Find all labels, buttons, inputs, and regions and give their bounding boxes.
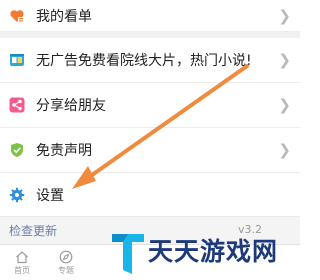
gear-icon	[9, 187, 25, 203]
compass-icon	[59, 249, 73, 264]
nav-label: 专题	[58, 266, 74, 275]
menu-item-disclaimer[interactable]: 免责声明 ❯	[0, 128, 300, 173]
menu-item-share[interactable]: 分享给朋友 ❯	[0, 83, 300, 128]
menu-item-label: 免责声明	[36, 143, 92, 159]
menu-item-label: 设置	[36, 188, 64, 204]
menu-item-label: 无广告免费看院线大片，热门小说!	[36, 53, 252, 69]
nav-item-home[interactable]: 首页	[2, 249, 42, 276]
shield-icon	[9, 142, 25, 158]
check-update-link[interactable]: 检查更新	[9, 222, 57, 239]
menu-item-label: 我的看单	[36, 8, 92, 25]
book-store-icon	[9, 52, 25, 68]
share-icon	[9, 97, 25, 113]
chevron-right-icon: ❯	[278, 51, 291, 69]
nav-item-topics[interactable]: 专题	[46, 249, 86, 276]
menu-item-free-movies[interactable]: 无广告免费看院线大片，热门小说! ❯	[0, 38, 300, 83]
watermark-text: 天天游戏网	[148, 237, 279, 266]
menu-item-my-watchlist[interactable]: 我的看单 ❯	[0, 0, 300, 32]
chevron-right-icon: ❯	[278, 141, 291, 159]
heart-list-icon	[9, 8, 25, 24]
chevron-right-icon: ❯	[278, 96, 291, 114]
menu-item-settings[interactable]: 设置	[0, 173, 300, 218]
menu-item-label: 分享给朋友	[36, 98, 106, 114]
menu-list: 我的看单 ❯ 无广告免费看院线大片，热门小说! ❯ 分享给朋友 ❯ 免责声明 ❯…	[0, 0, 300, 218]
watermark: 天天游戏网	[108, 226, 300, 280]
chevron-right-icon: ❯	[278, 6, 291, 25]
letter-t-logo	[112, 234, 144, 274]
nav-label: 首页	[14, 266, 30, 275]
home-icon	[15, 249, 29, 264]
